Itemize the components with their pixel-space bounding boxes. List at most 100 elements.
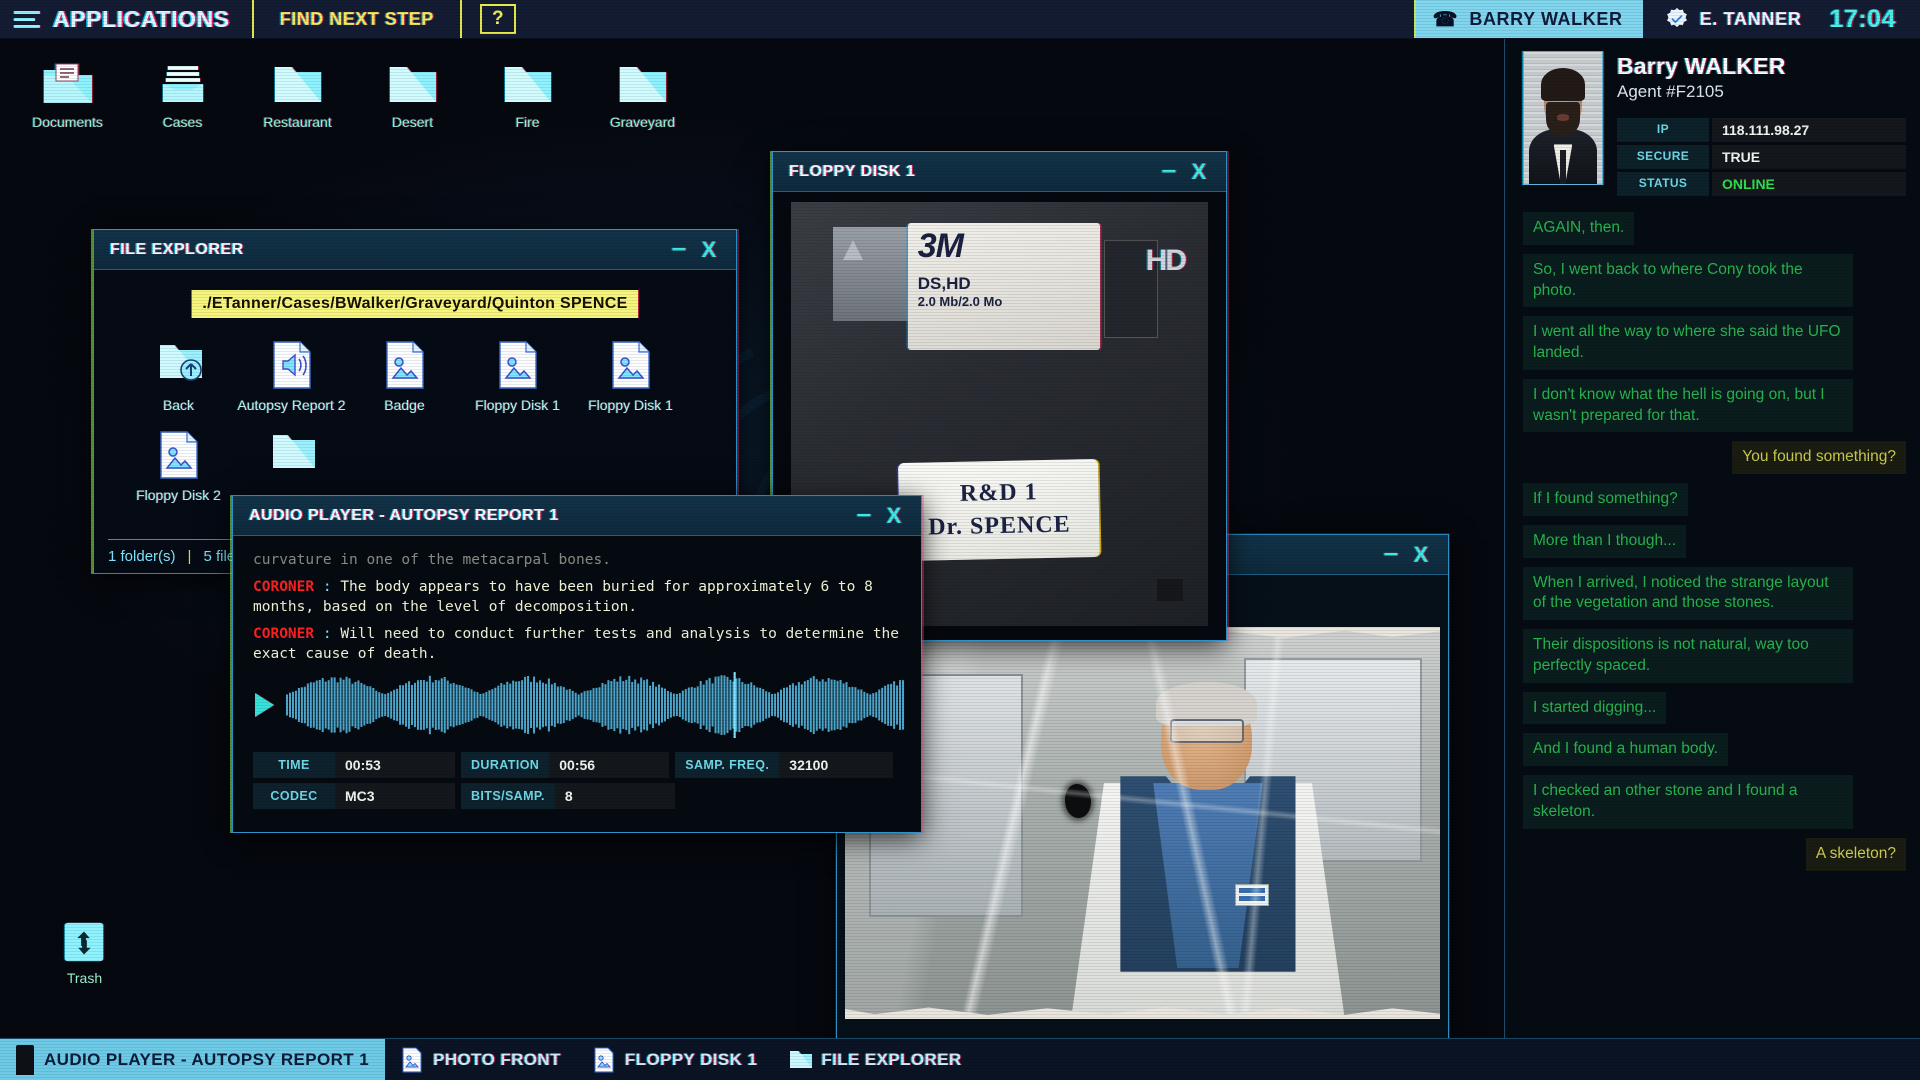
desktop-icon-documents[interactable]: Documents xyxy=(10,56,125,130)
folder-icon xyxy=(617,62,669,106)
person-figure xyxy=(1071,681,1345,1019)
transcript-speaker: CORONER xyxy=(253,578,315,595)
desktop-icon-label: Documents xyxy=(32,114,103,130)
glasses xyxy=(1169,718,1244,743)
floppy-note-line-1: R&D 1 xyxy=(960,478,1039,507)
profile-fields: IP 118.111.98.27 SECURE TRUE STATUS ONLI… xyxy=(1617,118,1906,196)
waveform[interactable] xyxy=(286,672,905,738)
avatar-hair xyxy=(1541,67,1585,101)
chat-message-incoming: And I found a human body. xyxy=(1523,733,1728,767)
samp-freq-label: SAMP. FREQ. xyxy=(675,752,780,778)
image-file-icon xyxy=(497,340,539,390)
applications-menu-button[interactable]: Applications xyxy=(0,0,254,38)
desktop-icon-label: Fire xyxy=(515,114,540,130)
floppy-write-protect-notch xyxy=(1156,578,1183,601)
transcript-line: CORONER : The body appears to have been … xyxy=(253,578,873,616)
floppy-capacity: 2.0 Mb/2.0 Mo xyxy=(917,293,1003,309)
contact-name: BARRY WALKER xyxy=(1469,8,1623,29)
taskbar-item-label: PHOTO FRONT xyxy=(433,1049,561,1069)
audio-player-minimize-button[interactable]: – xyxy=(849,500,879,526)
profile-field-status: STATUS ONLINE xyxy=(1617,172,1906,196)
desktop-icon-graveyard[interactable]: Graveyard xyxy=(585,56,700,130)
file-item-autopsy-report-2[interactable]: Autopsy Report 2 xyxy=(235,332,348,422)
audio-player-close-button[interactable]: X xyxy=(879,504,909,527)
file-item-floppy-disk-2[interactable]: Floppy Disk 2 xyxy=(122,422,235,512)
find-next-step-button[interactable]: Find next step xyxy=(254,0,462,38)
taskbar-item-audio-player[interactable]: AUDIO PLAYER - AUTOPSY REPORT 1 xyxy=(0,1039,386,1080)
avatar-tie xyxy=(1559,149,1567,184)
file-explorer-path[interactable]: ./ETanner/Cases/BWalker/Graveyard/Quinto… xyxy=(192,290,638,318)
taskbar-item-label: FLOPPY DISK 1 xyxy=(624,1049,758,1069)
bits-label: BITS/SAMP. xyxy=(461,783,555,809)
transcript-line: CORONER : Will need to conduct further t… xyxy=(253,625,900,663)
photo-close-button[interactable]: X xyxy=(1406,543,1436,566)
clock: 17:04 xyxy=(1829,4,1896,33)
profile-role: Agent #F2105 xyxy=(1617,82,1724,101)
desktop-icon-trash[interactable]: Trash xyxy=(32,919,137,986)
transcript-text: Will need to conduct further tests and a… xyxy=(253,625,900,663)
bits-value: 8 xyxy=(554,783,675,809)
phone-icon: ☎ xyxy=(1431,8,1458,31)
floppy-title-bar[interactable]: FLOPPY DISK 1 – X xyxy=(773,152,1226,192)
transcript-text: The body appears to have been buried for… xyxy=(253,578,873,616)
file-item-label: Floppy Disk 1 xyxy=(588,397,673,413)
playback-controls xyxy=(249,672,905,738)
hamburger-menu-icon xyxy=(14,10,40,28)
play-button[interactable] xyxy=(255,693,274,717)
desktop-icon-label: Restaurant xyxy=(263,114,332,130)
taskbar-item-floppy-disk-1[interactable]: FLOPPY DISK 1 xyxy=(577,1039,773,1080)
floppy-hd-mark: HD xyxy=(1145,244,1187,278)
file-item-label: Autopsy Report 2 xyxy=(237,397,346,413)
file-explorer-minimize-button[interactable]: – xyxy=(664,234,694,260)
current-user[interactable]: E. TANNER xyxy=(1643,0,1824,38)
contact-profile: Barry WALKER Agent #F2105 IP 118.111.98.… xyxy=(1505,39,1920,204)
photograph-image xyxy=(845,627,1440,1019)
folder-up-icon xyxy=(158,340,202,390)
audio-player-title-bar[interactable]: AUDIO PLAYER - AUTOPSY REPORT 1 – X xyxy=(233,496,921,536)
folder-count: 1 folder(s) xyxy=(108,548,176,565)
floppy-close-button[interactable]: X xyxy=(1184,160,1214,183)
desktop-icon-cases[interactable]: Cases xyxy=(125,56,240,130)
folder-icon xyxy=(502,62,554,106)
taskbar-item-photo-front[interactable]: PHOTO FRONT xyxy=(385,1039,577,1080)
verified-badge-icon xyxy=(1665,7,1689,31)
chat-message-incoming: I went all the way to where she said the… xyxy=(1523,316,1853,370)
active-call-contact[interactable]: ☎ BARRY WALKER xyxy=(1413,0,1643,38)
taskbar-item-file-explorer[interactable]: FILE EXPLORER xyxy=(773,1039,977,1080)
folder-icon xyxy=(272,62,324,106)
desktop-icon-fire[interactable]: Fire xyxy=(470,56,585,130)
folder-icon xyxy=(789,1047,813,1073)
folder-icon xyxy=(271,430,315,480)
chat-message-incoming: I checked an other stone and I found a s… xyxy=(1523,775,1853,829)
image-file-icon xyxy=(593,1047,615,1073)
chat-message-list[interactable]: AGAIN, then. So, I went back to where Con… xyxy=(1505,204,1920,881)
chat-message-outgoing: You found something? xyxy=(1732,441,1906,475)
top-bar-spacer xyxy=(534,0,1414,38)
metadata-duration: DURATION 00:56 xyxy=(461,752,670,778)
file-item-badge[interactable]: Badge xyxy=(348,332,461,422)
floppy-minimize-button[interactable]: – xyxy=(1154,156,1184,182)
file-item-floppy-disk-1-b[interactable]: Floppy Disk 1 xyxy=(574,332,687,422)
user-name: E. TANNER xyxy=(1699,8,1802,29)
file-explorer-close-button[interactable]: X xyxy=(694,238,724,261)
image-file-icon xyxy=(384,340,426,390)
audio-player-window[interactable]: AUDIO PLAYER - AUTOPSY REPORT 1 – X curv… xyxy=(232,495,922,833)
photo-body xyxy=(837,575,1448,1038)
desktop[interactable]: Documents Cases Restaurant Desert Fire G… xyxy=(0,39,1504,1038)
duration-label: DURATION xyxy=(461,752,550,778)
desktop-icon-restaurant[interactable]: Restaurant xyxy=(240,56,355,130)
desktop-icon-desert[interactable]: Desert xyxy=(355,56,470,130)
chat-message-incoming: I started digging... xyxy=(1523,691,1667,725)
file-explorer-title-bar[interactable]: FILE EXPLORER – X xyxy=(94,230,736,270)
file-item-floppy-disk-1-a[interactable]: Floppy Disk 1 xyxy=(461,332,574,422)
help-button[interactable]: ? xyxy=(479,4,516,34)
transcript-line: curvature in one of the metacarpal bones… xyxy=(253,550,901,571)
help-button-wrap: ? xyxy=(462,0,534,38)
taskbar-item-label: AUDIO PLAYER - AUTOPSY REPORT 1 xyxy=(44,1049,370,1069)
photo-minimize-button[interactable]: – xyxy=(1376,539,1406,565)
chat-message-outgoing: A skeleton? xyxy=(1805,837,1906,871)
profile-name: Barry WALKER xyxy=(1617,53,1786,79)
chat-message-incoming: I don't know what the hell is going on, … xyxy=(1523,378,1853,433)
file-item-back[interactable]: Back xyxy=(122,332,235,422)
file-explorer-grid: Back Autopsy Report 2 Badge Floppy Disk … xyxy=(106,332,724,512)
